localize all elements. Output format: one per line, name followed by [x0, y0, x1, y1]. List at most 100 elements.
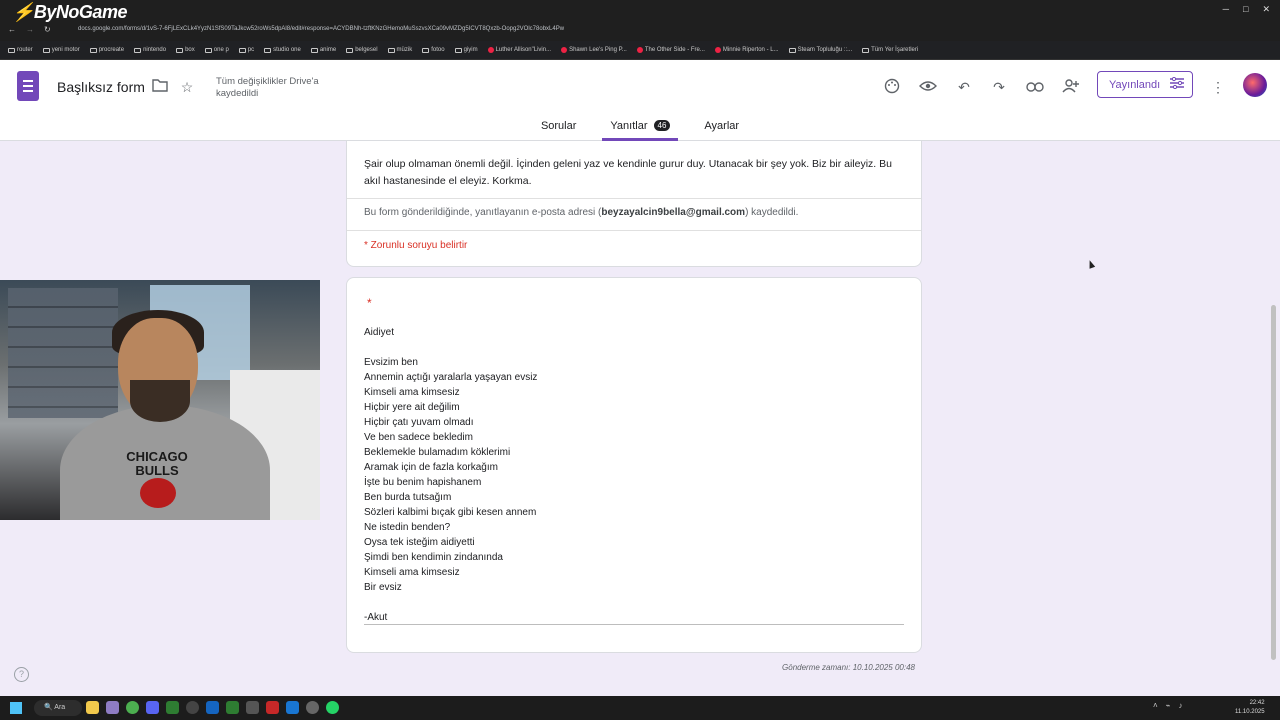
folder-icon [454, 47, 462, 53]
tune-icon [1170, 76, 1185, 92]
url-text[interactable]: docs.google.com/forms/d/1vS-7-6FjLExCLk4… [78, 26, 564, 32]
email-note-prefix: Bu form gönderildiğinde, yanıtlayanın e-… [364, 207, 602, 218]
windows-start-icon[interactable] [10, 702, 22, 714]
bookmark-item[interactable]: nintendo [134, 47, 166, 53]
respondent-email: beyzayalcin9bella@gmail.com [601, 207, 746, 218]
steam-icon[interactable] [206, 701, 219, 714]
discord-icon[interactable] [146, 701, 159, 714]
bookmark-item[interactable]: box [176, 47, 195, 53]
bookmark-item[interactable]: router [8, 47, 33, 53]
tab-yanitlar[interactable]: Yanıtlar 46 [602, 116, 679, 141]
system-tray: ˄ ⌁ ♪ [1153, 701, 1183, 710]
bookmark-item[interactable]: Shawn Lee's Ping P... [561, 47, 627, 53]
palette-icon[interactable] [883, 78, 901, 96]
tab-ayarlar[interactable]: Ayarlar [696, 116, 747, 141]
app-icon[interactable] [226, 701, 239, 714]
forward-icon[interactable]: → [26, 25, 34, 34]
bookmark-item[interactable]: one p [204, 47, 229, 53]
app-icon[interactable] [246, 701, 259, 714]
star-icon[interactable]: ☆ [178, 78, 196, 96]
divider [347, 198, 921, 199]
avatar[interactable] [1243, 73, 1267, 97]
folder-icon [176, 47, 184, 53]
add-collaborator-icon[interactable] [1062, 78, 1080, 96]
publish-button[interactable]: Yayınlandı [1097, 71, 1193, 98]
bookmark-item[interactable]: Steam Topluluğu ::... [788, 47, 852, 53]
bookmark-label: one p [213, 47, 229, 53]
minimize-icon[interactable]: ─ [1223, 4, 1229, 15]
whatsapp-icon[interactable] [326, 701, 339, 714]
bulls-logo [140, 478, 176, 508]
xbox-icon[interactable] [166, 701, 179, 714]
taskbar-clock[interactable]: 22:42 11.10.2025 [1235, 699, 1265, 717]
bookmark-label: giyim [463, 47, 478, 53]
bookmark-label: yeni motor [51, 47, 80, 53]
redo-icon[interactable]: ↷ [990, 78, 1008, 96]
undo-icon[interactable]: ↶ [955, 78, 973, 96]
reload-icon[interactable]: ↻ [44, 25, 51, 34]
app-icon[interactable] [106, 701, 119, 714]
bookmark-item[interactable]: müzik [387, 47, 413, 53]
bookmark-label: fotoo [431, 47, 445, 53]
maximize-icon[interactable]: □ [1243, 4, 1248, 15]
bookmark-label: müzik [396, 47, 413, 53]
windows-taskbar: 🔍 Ara ˄ ⌁ ♪ 22:42 11.10.2025 [0, 696, 1280, 720]
form-title[interactable]: Başlıksız form [57, 79, 145, 95]
google-forms-icon[interactable] [17, 71, 39, 101]
address-bar[interactable]: ← → ↻ docs.google.com/forms/d/1vS-7-6FjL… [0, 22, 1280, 41]
form-tabs: Sorular Yanıtlar 46 Ayarlar [0, 116, 1280, 141]
tab-sorular[interactable]: Sorular [533, 116, 584, 141]
bookmark-label: The Other Side - Fre... [644, 47, 705, 53]
folder-icon [42, 47, 50, 53]
bookmark-item[interactable]: studio one [264, 47, 301, 53]
question-response-card: * Aidiyet Evsizim ben Annemin açtığı yar… [346, 277, 922, 653]
mouse-cursor [1086, 259, 1096, 269]
bookmark-label: anime [319, 47, 337, 53]
folder-icon [310, 47, 318, 53]
scrollbar[interactable] [1271, 305, 1276, 660]
bookmark-item[interactable]: procreate [89, 47, 124, 53]
bookmark-label: nintendo [143, 47, 167, 53]
link-icon[interactable] [1026, 78, 1044, 96]
folder-icon [134, 47, 142, 53]
help-icon[interactable]: ? [14, 667, 29, 682]
answer-underline [364, 624, 904, 625]
app-icon[interactable] [186, 701, 199, 714]
window-controls: ─ □ ✕ [1223, 4, 1270, 15]
divider [347, 230, 921, 231]
network-icon[interactable]: ⌁ [1166, 701, 1171, 710]
required-asterisk: * [367, 296, 372, 310]
chevron-up-icon[interactable]: ˄ [1153, 701, 1158, 710]
youtube-icon [487, 47, 494, 53]
response-answer-text: Aidiyet Evsizim ben Annemin açtığı yaral… [364, 327, 538, 623]
bookmark-item[interactable]: Luther Allison"Livin... [487, 47, 551, 53]
preview-eye-icon[interactable] [919, 78, 937, 96]
email-note-suffix: ) kaydedildi. [745, 207, 799, 218]
bookmark-item[interactable]: belgesel [346, 47, 378, 53]
close-icon[interactable]: ✕ [1262, 4, 1270, 15]
file-explorer-icon[interactable] [86, 701, 99, 714]
speaker-icon[interactable]: ♪ [1179, 701, 1183, 710]
bookmark-item[interactable]: Minnie Riperton - L... [714, 47, 779, 53]
app-icon[interactable] [306, 701, 319, 714]
app-icon[interactable] [286, 701, 299, 714]
app-icon[interactable] [266, 701, 279, 714]
bookmark-label: router [17, 47, 33, 53]
bookmark-label: Tüm Yer İşaretleri [871, 47, 919, 53]
shirt-text: CHICAGO BULLS [126, 449, 188, 478]
forms-header: Başlıksız form ☆ Tüm değişiklikler Drive… [0, 60, 1280, 141]
bookmark-item[interactable]: Tüm Yer İşaretleri [862, 47, 918, 53]
bookmark-item[interactable]: fotoo [422, 47, 445, 53]
more-vert-icon[interactable]: ⋮ [1209, 78, 1227, 96]
bookmark-item[interactable]: yeni motor [42, 47, 80, 53]
submission-time: Gönderme zamanı: 10.10.2025 00:48 [782, 663, 915, 672]
folder-icon [788, 47, 796, 53]
bookmark-item[interactable]: The Other Side - Fre... [636, 47, 705, 53]
taskbar-search[interactable]: 🔍 Ara [34, 700, 82, 716]
bookmark-item[interactable]: pc [238, 47, 254, 53]
bookmark-item[interactable]: anime [310, 47, 337, 53]
back-icon[interactable]: ← [8, 25, 16, 34]
folder-icon[interactable] [151, 78, 169, 96]
chrome-icon[interactable] [126, 701, 139, 714]
bookmark-item[interactable]: giyim [454, 47, 478, 53]
